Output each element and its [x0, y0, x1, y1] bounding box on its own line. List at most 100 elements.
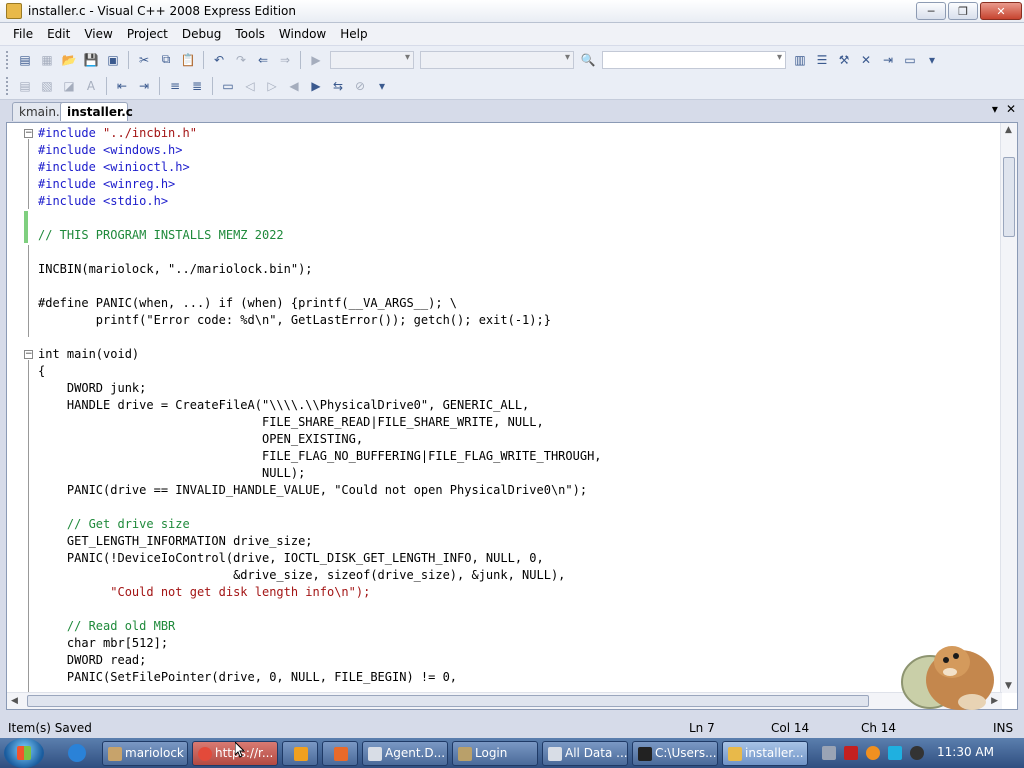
clock[interactable]: 11:30 AM — [937, 745, 994, 759]
add-item-icon[interactable]: ▦ — [38, 51, 56, 69]
menu-help[interactable]: Help — [333, 27, 374, 41]
toolbar-grip[interactable] — [6, 77, 10, 95]
menu-window[interactable]: Window — [272, 27, 333, 41]
code-line: #include "../incbin.h" — [38, 126, 197, 140]
start-page-icon[interactable]: ⇥ — [879, 51, 897, 69]
previous-bookmark-folder-icon[interactable]: ◀ — [285, 77, 303, 95]
command-window-icon[interactable]: ▭ — [901, 51, 919, 69]
complete-word-icon[interactable]: A — [82, 77, 100, 95]
prev-bookmark-doc-icon[interactable]: ⇆ — [329, 77, 347, 95]
code-editor[interactable]: − − #include "../incbin.h" #include <win… — [6, 122, 1018, 710]
tray-volume-icon[interactable] — [910, 746, 924, 760]
tray-search-icon[interactable] — [866, 746, 880, 760]
menu-file[interactable]: File — [6, 27, 40, 41]
taskbar-item-agent[interactable]: Agent.D... — [362, 741, 448, 766]
solution-platform-select[interactable] — [420, 50, 574, 69]
taskbar-item-mariolock[interactable]: mariolock — [102, 741, 188, 766]
menu-project[interactable]: Project — [120, 27, 175, 41]
changed-lines-marker — [24, 211, 28, 243]
list-members-icon[interactable]: ▤ — [16, 77, 34, 95]
increase-indent-icon[interactable]: ⇥ — [135, 77, 153, 95]
menu-edit[interactable]: Edit — [40, 27, 77, 41]
close-document-icon[interactable]: ✕ — [1006, 102, 1016, 116]
toolbar-grip[interactable] — [6, 50, 10, 69]
code-line: // THIS PROGRAM INSTALLS MEMZ 2022 — [38, 228, 284, 242]
tray-antivirus-icon[interactable] — [844, 746, 858, 760]
collapse-toggle-icon[interactable]: − — [24, 350, 33, 359]
open-file-icon[interactable]: 📂 — [60, 51, 78, 69]
menu-tools[interactable]: Tools — [228, 27, 272, 41]
toggle-bookmark-icon[interactable]: ▭ — [219, 77, 237, 95]
code-text: #include <winioctl.h> — [38, 160, 190, 174]
solution-explorer-icon[interactable]: ▥ — [791, 51, 809, 69]
find-in-files-icon[interactable]: 🔍 — [579, 51, 597, 69]
taskbar-item-label: Login — [475, 746, 508, 760]
scroll-down-icon[interactable]: ▼ — [1005, 681, 1012, 691]
code-line: // Get drive size — [38, 517, 190, 531]
decrease-indent-icon[interactable]: ⇤ — [113, 77, 131, 95]
clear-bookmarks-icon[interactable]: ⊘ — [351, 77, 369, 95]
code-line: FILE_FLAG_NO_BUFFERING|FILE_FLAG_WRITE_T… — [38, 449, 602, 463]
properties-icon[interactable]: ☰ — [813, 51, 831, 69]
active-files-dropdown-icon[interactable]: ▾ — [992, 102, 998, 116]
cut-icon[interactable]: ✂ — [135, 51, 153, 69]
code-line: #define PANIC(when, ...) if (when) {prin… — [38, 296, 458, 310]
tab-installer[interactable]: installer.c — [60, 102, 133, 121]
save-all-icon[interactable]: ▣ — [104, 51, 122, 69]
copy-icon[interactable]: ⧉ — [157, 51, 175, 69]
taskbar-item-media-player[interactable] — [282, 741, 318, 766]
new-project-icon[interactable]: ▤ — [16, 51, 34, 69]
code-line: { — [38, 364, 46, 378]
previous-bookmark-icon[interactable]: ◁ — [241, 77, 259, 95]
code-line: NULL); — [38, 466, 306, 480]
taskbar-item-login[interactable]: Login — [452, 741, 538, 766]
tab-kmain[interactable]: kmain.c — [12, 102, 64, 121]
close-button[interactable]: ✕ — [980, 2, 1022, 20]
vertical-scrollbar[interactable]: ▲ ▼ — [1000, 123, 1017, 693]
solution-configuration-select[interactable] — [330, 50, 414, 69]
maximize-button[interactable]: ❐ — [948, 2, 978, 20]
internet-explorer-icon[interactable] — [68, 744, 86, 762]
hamster-desktop-pet-icon[interactable] — [900, 632, 1000, 718]
windows-logo-icon — [17, 746, 31, 760]
vertical-scroll-thumb[interactable] — [1003, 157, 1015, 237]
uncomment-lines-icon[interactable]: ≣ — [188, 77, 206, 95]
next-bookmark-icon[interactable]: ▷ — [263, 77, 281, 95]
navigate-backward-icon[interactable]: ⇐ — [254, 51, 272, 69]
code-line: PANIC(SetFilePointer(drive, 0, NULL, FIL… — [38, 670, 458, 684]
comment-lines-icon[interactable]: ≡ — [166, 77, 184, 95]
scroll-up-icon[interactable]: ▲ — [1005, 125, 1012, 135]
save-icon[interactable]: 💾 — [82, 51, 100, 69]
taskbar-item-7zip[interactable]: C:\Users... — [632, 741, 718, 766]
menu-debug[interactable]: Debug — [175, 27, 228, 41]
taskbar-item-label: installer... — [745, 746, 804, 760]
code-area[interactable]: #include "../incbin.h" #include <windows… — [38, 125, 998, 691]
taskbar-item-paint[interactable] — [322, 741, 358, 766]
navigate-forward-icon[interactable]: ⇒ — [276, 51, 294, 69]
quick-info-icon[interactable]: ◪ — [60, 77, 78, 95]
start-debugging-icon[interactable]: ▶ — [307, 51, 325, 69]
next-bookmark-folder-icon[interactable]: ▶ — [307, 77, 325, 95]
collapse-toggle-icon[interactable]: − — [24, 129, 33, 138]
taskbar-item-all-data[interactable]: All Data ... — [542, 741, 628, 766]
horizontal-scrollbar[interactable]: ◀ ▶ — [7, 692, 1002, 709]
tray-app-icon[interactable] — [822, 746, 836, 760]
horizontal-scroll-thumb[interactable] — [27, 695, 869, 707]
find-combo[interactable] — [602, 50, 786, 69]
undo-icon[interactable]: ↶ — [210, 51, 228, 69]
minimize-button[interactable]: ─ — [916, 2, 946, 20]
toolbar-options-icon[interactable]: ▾ — [373, 77, 391, 95]
taskbar-item-installer[interactable]: installer... — [722, 741, 808, 766]
redo-icon[interactable]: ↷ — [232, 51, 250, 69]
paste-icon[interactable]: 📋 — [179, 51, 197, 69]
start-button[interactable] — [4, 738, 44, 768]
tools-icon[interactable]: ✕ — [857, 51, 875, 69]
toolbox-icon[interactable]: ⚒ — [835, 51, 853, 69]
menu-view[interactable]: View — [77, 27, 119, 41]
tray-network-icon[interactable] — [888, 746, 902, 760]
parameter-info-icon[interactable]: ▧ — [38, 77, 56, 95]
scroll-left-icon[interactable]: ◀ — [11, 696, 18, 706]
toolbar-options-icon[interactable]: ▾ — [923, 51, 941, 69]
